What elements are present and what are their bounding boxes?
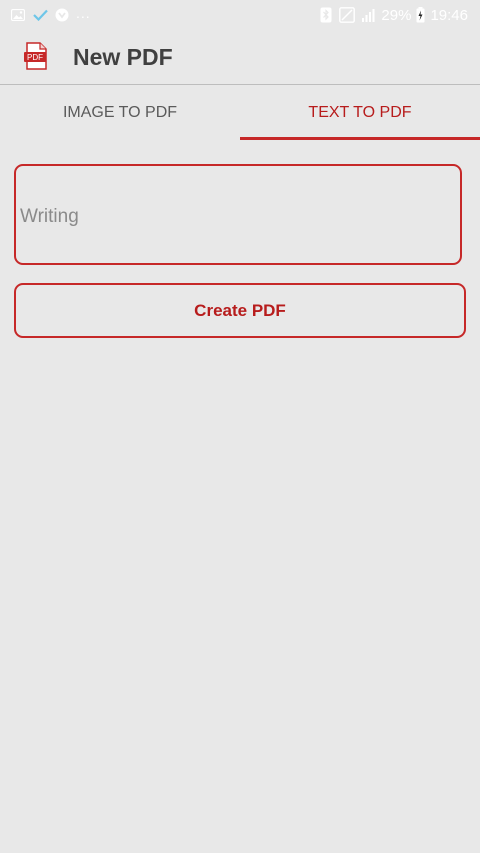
battery-charging-icon: [416, 7, 425, 23]
shield-icon: [54, 7, 70, 23]
writing-placeholder: Writing: [20, 206, 79, 227]
no-sim-icon: [339, 7, 356, 23]
status-overflow: ...: [76, 5, 91, 21]
tab-bar: IMAGE TO PDF TEXT TO PDF: [0, 85, 480, 140]
status-bar: ... 29% 19:46: [0, 0, 480, 30]
logo-text: PDF: [27, 53, 43, 62]
check-icon: [32, 7, 48, 23]
status-right-icons: 29% 19:46: [318, 6, 468, 24]
pdf-logo-icon: PDF: [24, 42, 48, 70]
bluetooth-icon: [318, 7, 334, 23]
signal-icon: [360, 7, 376, 23]
app-title: New PDF: [73, 44, 173, 70]
status-time: 19:46: [430, 6, 468, 24]
tab-text-to-pdf[interactable]: TEXT TO PDF: [240, 85, 480, 140]
writing-input[interactable]: Writing: [14, 164, 462, 265]
tab-image-to-pdf[interactable]: IMAGE TO PDF: [0, 85, 240, 140]
gallery-icon: [10, 7, 26, 23]
battery-percent: 29%: [381, 6, 412, 24]
status-left-icons: ...: [10, 5, 91, 24]
create-pdf-button[interactable]: Create PDF: [14, 283, 466, 338]
app-bar: PDF New PDF: [0, 30, 480, 85]
